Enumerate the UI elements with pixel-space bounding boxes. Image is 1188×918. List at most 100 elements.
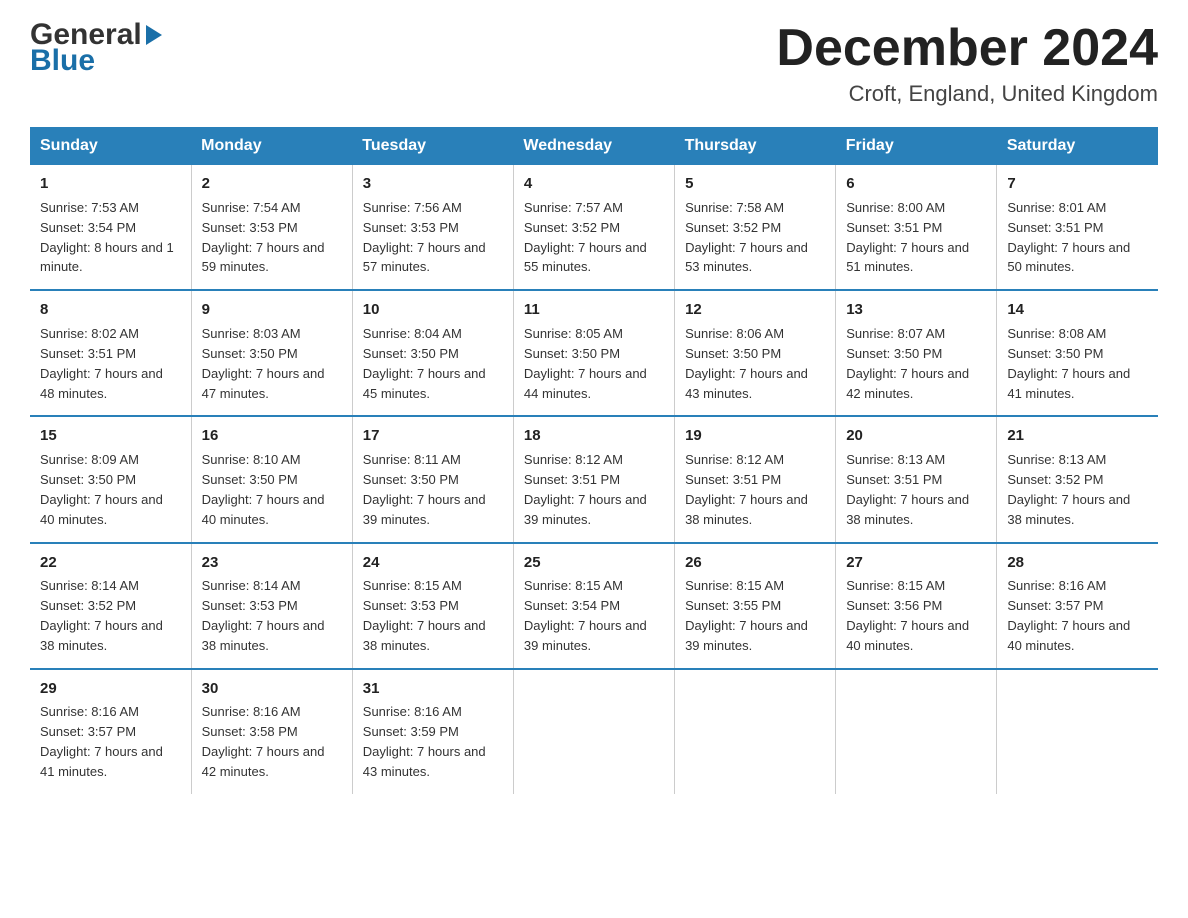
table-row: 13 Sunrise: 8:07 AMSunset: 3:50 PMDayligh… (836, 290, 997, 416)
day-info: Sunrise: 8:09 AMSunset: 3:50 PMDaylight:… (40, 452, 163, 527)
day-info: Sunrise: 8:16 AMSunset: 3:57 PMDaylight:… (1007, 578, 1130, 653)
table-row: 6 Sunrise: 8:00 AMSunset: 3:51 PMDaylight… (836, 165, 997, 290)
table-row: 24 Sunrise: 8:15 AMSunset: 3:53 PMDayligh… (352, 543, 513, 669)
table-row: 16 Sunrise: 8:10 AMSunset: 3:50 PMDayligh… (191, 416, 352, 542)
day-number: 3 (363, 173, 503, 195)
calendar-week-row: 15 Sunrise: 8:09 AMSunset: 3:50 PMDayligh… (30, 416, 1158, 542)
month-title: December 2024 (776, 20, 1158, 77)
day-number: 9 (202, 299, 342, 321)
day-number: 24 (363, 552, 503, 574)
day-number: 25 (524, 552, 664, 574)
table-row: 20Sunrise: 8:13 AMSunset: 3:51 PMDayligh… (836, 416, 997, 542)
day-info: Sunrise: 8:06 AMSunset: 3:50 PMDaylight:… (685, 326, 808, 401)
day-number: 6 (846, 173, 986, 195)
day-number: 16 (202, 425, 342, 447)
day-number: 19 (685, 425, 825, 447)
logo: General Blue (30, 20, 162, 76)
table-row: 14Sunrise: 8:08 AMSunset: 3:50 PMDayligh… (997, 290, 1158, 416)
day-number: 22 (40, 552, 181, 574)
table-row: 8 Sunrise: 8:02 AMSunset: 3:51 PMDaylight… (30, 290, 191, 416)
day-info: Sunrise: 8:12 AMSunset: 3:51 PMDaylight:… (524, 452, 647, 527)
table-row (675, 669, 836, 794)
day-number: 21 (1007, 425, 1148, 447)
day-number: 23 (202, 552, 342, 574)
table-row: 18 Sunrise: 8:12 AMSunset: 3:51 PMDayligh… (513, 416, 674, 542)
day-info: Sunrise: 8:16 AMSunset: 3:57 PMDaylight:… (40, 704, 163, 779)
day-number: 18 (524, 425, 664, 447)
day-info: Sunrise: 7:56 AMSunset: 3:53 PMDaylight:… (363, 200, 486, 275)
day-number: 12 (685, 299, 825, 321)
table-row: 28 Sunrise: 8:16 AMSunset: 3:57 PMDayligh… (997, 543, 1158, 669)
day-number: 27 (846, 552, 986, 574)
day-number: 17 (363, 425, 503, 447)
day-number: 30 (202, 678, 342, 700)
day-info: Sunrise: 8:02 AMSunset: 3:51 PMDaylight:… (40, 326, 163, 401)
col-tuesday: Tuesday (352, 127, 513, 165)
col-friday: Friday (836, 127, 997, 165)
table-row: 15 Sunrise: 8:09 AMSunset: 3:50 PMDayligh… (30, 416, 191, 542)
table-row: 29 Sunrise: 8:16 AMSunset: 3:57 PMDayligh… (30, 669, 191, 794)
table-row: 4 Sunrise: 7:57 AMSunset: 3:52 PMDaylight… (513, 165, 674, 290)
day-info: Sunrise: 8:11 AMSunset: 3:50 PMDaylight:… (363, 452, 486, 527)
title-area: December 2024 Croft, England, United Kin… (776, 20, 1158, 107)
col-sunday: Sunday (30, 127, 191, 165)
day-info: Sunrise: 8:16 AMSunset: 3:58 PMDaylight:… (202, 704, 325, 779)
table-row (997, 669, 1158, 794)
table-row: 21Sunrise: 8:13 AMSunset: 3:52 PMDayligh… (997, 416, 1158, 542)
table-row: 19 Sunrise: 8:12 AMSunset: 3:51 PMDayligh… (675, 416, 836, 542)
day-number: 13 (846, 299, 986, 321)
day-info: Sunrise: 8:04 AMSunset: 3:50 PMDaylight:… (363, 326, 486, 401)
day-info: Sunrise: 7:58 AMSunset: 3:52 PMDaylight:… (685, 200, 808, 275)
day-info: Sunrise: 8:15 AMSunset: 3:55 PMDaylight:… (685, 578, 808, 653)
day-number: 15 (40, 425, 181, 447)
day-info: Sunrise: 8:10 AMSunset: 3:50 PMDaylight:… (202, 452, 325, 527)
day-info: Sunrise: 8:12 AMSunset: 3:51 PMDaylight:… (685, 452, 808, 527)
table-row (513, 669, 674, 794)
col-wednesday: Wednesday (513, 127, 674, 165)
table-row: 22Sunrise: 8:14 AMSunset: 3:52 PMDayligh… (30, 543, 191, 669)
day-number: 28 (1007, 552, 1148, 574)
calendar-week-row: 8 Sunrise: 8:02 AMSunset: 3:51 PMDaylight… (30, 290, 1158, 416)
table-row: 25 Sunrise: 8:15 AMSunset: 3:54 PMDayligh… (513, 543, 674, 669)
day-info: Sunrise: 7:57 AMSunset: 3:52 PMDaylight:… (524, 200, 647, 275)
day-number: 5 (685, 173, 825, 195)
day-number: 10 (363, 299, 503, 321)
day-number: 7 (1007, 173, 1148, 195)
day-info: Sunrise: 8:03 AMSunset: 3:50 PMDaylight:… (202, 326, 325, 401)
table-row: 17 Sunrise: 8:11 AMSunset: 3:50 PMDayligh… (352, 416, 513, 542)
calendar-week-row: 29 Sunrise: 8:16 AMSunset: 3:57 PMDayligh… (30, 669, 1158, 794)
day-info: Sunrise: 8:15 AMSunset: 3:53 PMDaylight:… (363, 578, 486, 653)
day-info: Sunrise: 8:01 AMSunset: 3:51 PMDaylight:… (1007, 200, 1130, 275)
table-row (836, 669, 997, 794)
day-info: Sunrise: 7:53 AMSunset: 3:54 PMDaylight:… (40, 200, 174, 275)
day-info: Sunrise: 7:54 AMSunset: 3:53 PMDaylight:… (202, 200, 325, 275)
table-row: 30 Sunrise: 8:16 AMSunset: 3:58 PMDayligh… (191, 669, 352, 794)
col-monday: Monday (191, 127, 352, 165)
day-number: 8 (40, 299, 181, 321)
table-row: 11Sunrise: 8:05 AMSunset: 3:50 PMDayligh… (513, 290, 674, 416)
location: Croft, England, United Kingdom (776, 81, 1158, 107)
table-row: 26 Sunrise: 8:15 AMSunset: 3:55 PMDayligh… (675, 543, 836, 669)
logo-blue: Blue (30, 46, 162, 76)
table-row: 7 Sunrise: 8:01 AMSunset: 3:51 PMDaylight… (997, 165, 1158, 290)
day-info: Sunrise: 8:14 AMSunset: 3:53 PMDaylight:… (202, 578, 325, 653)
table-row: 9 Sunrise: 8:03 AMSunset: 3:50 PMDaylight… (191, 290, 352, 416)
table-row: 2 Sunrise: 7:54 AMSunset: 3:53 PMDaylight… (191, 165, 352, 290)
day-info: Sunrise: 8:07 AMSunset: 3:50 PMDaylight:… (846, 326, 969, 401)
day-number: 26 (685, 552, 825, 574)
day-number: 11 (524, 299, 664, 321)
day-info: Sunrise: 8:15 AMSunset: 3:56 PMDaylight:… (846, 578, 969, 653)
calendar-header-row: Sunday Monday Tuesday Wednesday Thursday… (30, 127, 1158, 165)
table-row: 23 Sunrise: 8:14 AMSunset: 3:53 PMDayligh… (191, 543, 352, 669)
table-row: 3 Sunrise: 7:56 AMSunset: 3:53 PMDaylight… (352, 165, 513, 290)
day-number: 29 (40, 678, 181, 700)
col-thursday: Thursday (675, 127, 836, 165)
calendar-week-row: 22Sunrise: 8:14 AMSunset: 3:52 PMDayligh… (30, 543, 1158, 669)
page-header: General Blue December 2024 Croft, Englan… (30, 20, 1158, 107)
day-number: 4 (524, 173, 664, 195)
day-number: 2 (202, 173, 342, 195)
day-info: Sunrise: 8:00 AMSunset: 3:51 PMDaylight:… (846, 200, 969, 275)
day-info: Sunrise: 8:15 AMSunset: 3:54 PMDaylight:… (524, 578, 647, 653)
table-row: 12 Sunrise: 8:06 AMSunset: 3:50 PMDayligh… (675, 290, 836, 416)
calendar-week-row: 1Sunrise: 7:53 AMSunset: 3:54 PMDaylight… (30, 165, 1158, 290)
